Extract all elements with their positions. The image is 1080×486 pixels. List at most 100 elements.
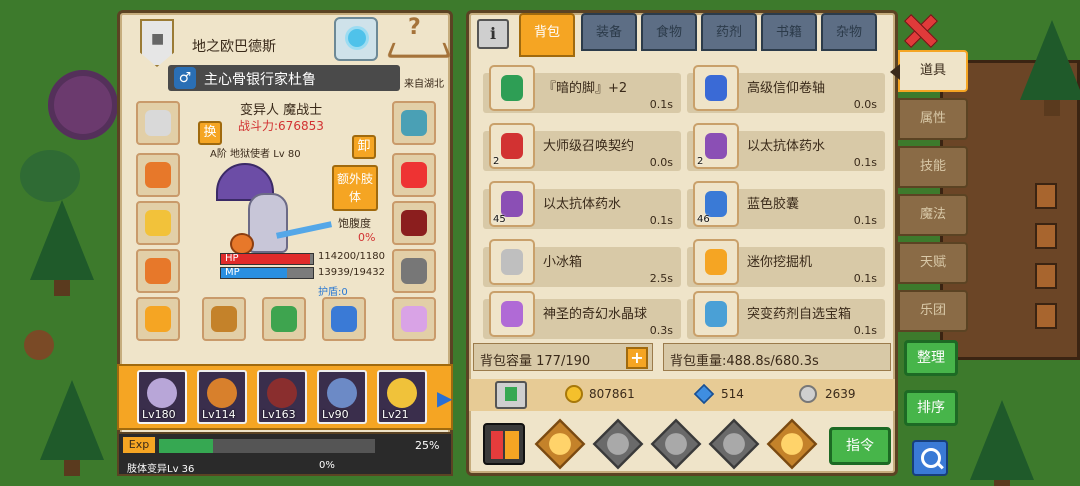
item-name: 『暗的脚』+2	[543, 81, 628, 96]
close-icon[interactable]	[902, 12, 936, 46]
equip-slot-offhand[interactable]	[262, 297, 306, 341]
crystal-ball-icon	[501, 301, 523, 327]
exp-label: Exp	[123, 437, 155, 453]
pine-tree	[970, 400, 1034, 486]
member-level: Lv21	[382, 408, 409, 421]
side-tab-magic[interactable]: 魔法	[898, 194, 968, 236]
tab-misc[interactable]: 杂物	[821, 13, 877, 51]
gold-coin-icon	[565, 385, 583, 403]
inventory-item[interactable]: 『暗的脚』+2 0.1s	[483, 65, 681, 113]
info-icon[interactable]: i	[477, 19, 509, 49]
experience-panel: Exp 25% 肢体变异Lv 36 0%	[117, 432, 453, 476]
item-name: 小冰箱	[543, 255, 583, 270]
dark-foot-icon	[501, 75, 523, 101]
organize-button[interactable]: 整理	[904, 340, 958, 376]
inventory-item[interactable]: 46 蓝色胶囊 0.1s	[687, 181, 885, 229]
inventory-item[interactable]: 小冰箱 2.5s	[483, 239, 681, 287]
flame-armor-icon	[145, 258, 171, 284]
tab-bag[interactable]: 背包	[519, 13, 575, 57]
team-member[interactable]: Lv180	[137, 370, 187, 424]
side-tab-talents[interactable]: 天赋	[898, 242, 968, 284]
red-flower-icon	[401, 162, 427, 188]
equip-slot-head[interactable]	[136, 101, 180, 145]
inventory-item[interactable]: 神圣的奇幻水晶球 0.3s	[483, 291, 681, 339]
swap-arrows-button[interactable]	[708, 418, 760, 470]
skill-wing-button[interactable]	[766, 418, 818, 470]
side-tab-attributes[interactable]: 属性	[898, 98, 968, 140]
guild-crest-icon[interactable]	[140, 19, 174, 67]
expand-capacity-button[interactable]: +	[626, 347, 648, 369]
inventory-item[interactable]: 45 以太抗体药水 0.1s	[483, 181, 681, 229]
satiety-label: 饱腹度	[338, 217, 371, 230]
sort-button[interactable]: 排序	[904, 390, 958, 426]
equip-slot-belt[interactable]	[136, 297, 180, 341]
item-name: 神圣的奇幻水晶球	[543, 307, 648, 322]
command-button[interactable]: 指令	[829, 427, 891, 465]
equip-slot-body[interactable]	[136, 249, 180, 293]
equip-slot-accessory[interactable]	[392, 153, 436, 197]
equip-slot-glove[interactable]	[392, 249, 436, 293]
member-portrait	[387, 378, 417, 408]
shield-value: 护盾:0	[318, 287, 348, 298]
item-time: 0.1s	[853, 214, 877, 227]
title-bar: ♂ 主心骨银行家杜鲁	[168, 65, 400, 91]
equip-slot-neck[interactable]	[136, 153, 180, 197]
unequip-button[interactable]: 卸	[352, 135, 376, 159]
equip-slot-ring[interactable]	[136, 201, 180, 245]
inventory-item[interactable]: 迷你挖掘机 0.1s	[687, 239, 885, 287]
item-icon-slot: 2	[693, 123, 739, 169]
exp-percent: 25%	[415, 439, 440, 452]
team-member[interactable]: Lv90	[317, 370, 367, 424]
staff-icon	[211, 306, 237, 332]
mushroom	[24, 330, 54, 360]
mp-bar: MP	[220, 267, 314, 279]
character-level: A阶 地狱使者 Lv 80	[210, 149, 301, 160]
skill-shuriken-button[interactable]	[534, 418, 586, 470]
equip-slot-charm[interactable]	[392, 297, 436, 341]
wardrobe-hanger-button[interactable]	[386, 15, 446, 65]
extra-limb-button[interactable]: 额外肢体	[332, 165, 378, 211]
hp-bar: HP	[220, 253, 314, 265]
item-count: 45	[493, 214, 506, 225]
equip-slot-extra[interactable]	[322, 297, 366, 341]
search-lens-button[interactable]	[650, 418, 702, 470]
item-time: 0.1s	[853, 324, 877, 337]
pine-tree	[40, 380, 104, 476]
chevron-right-icon[interactable]: ▶	[437, 386, 452, 410]
loot-download-button[interactable]	[495, 381, 527, 409]
tab-equipment[interactable]: 装备	[581, 13, 637, 51]
search-icon[interactable]	[912, 440, 948, 476]
side-tab-band[interactable]: 乐团	[898, 290, 968, 332]
side-tab-skills[interactable]: 技能	[898, 146, 968, 188]
equip-slot-weapon[interactable]	[202, 297, 246, 341]
rank-bar-red	[491, 431, 503, 459]
inventory-panel: i 背包 装备 食物 药剂 书籍 杂物 『暗的脚』+2 0.1s 高级信仰卷轴 …	[466, 10, 898, 476]
inventory-item[interactable]: 突变药剂自选宝箱 0.1s	[687, 291, 885, 339]
item-time: 0.1s	[649, 98, 673, 111]
swap-button[interactable]: 换	[198, 121, 222, 145]
inventory-item[interactable]: 2 以太抗体药水 0.1s	[687, 123, 885, 171]
team-member[interactable]: Lv114	[197, 370, 247, 424]
pine-tree	[30, 200, 94, 296]
side-tab-items[interactable]: 道具	[890, 50, 968, 92]
tab-food[interactable]: 食物	[641, 13, 697, 51]
inventory-item[interactable]: 2 大师级召唤契约 0.0s	[483, 123, 681, 171]
ranking-button[interactable]	[483, 423, 525, 465]
fish-blade-icon	[331, 306, 357, 332]
team-member[interactable]: Lv163	[257, 370, 307, 424]
equip-slot-cloak[interactable]	[392, 201, 436, 245]
item-count: 46	[697, 214, 710, 225]
equip-slot-helm[interactable]	[392, 101, 436, 145]
member-portrait	[327, 378, 357, 408]
item-icon-slot	[693, 291, 739, 337]
magnify-button[interactable]	[592, 418, 644, 470]
tab-books[interactable]: 书籍	[761, 13, 817, 51]
tab-potions[interactable]: 药剂	[701, 13, 757, 51]
inventory-item[interactable]: 高级信仰卷轴 0.0s	[687, 65, 885, 113]
beacon-button[interactable]	[334, 17, 378, 61]
character-sprite	[216, 163, 333, 259]
team-member[interactable]: Lv21	[377, 370, 427, 424]
gear-glove-icon	[401, 258, 427, 284]
gold-belt-icon	[145, 306, 171, 332]
member-level: Lv180	[142, 408, 176, 421]
